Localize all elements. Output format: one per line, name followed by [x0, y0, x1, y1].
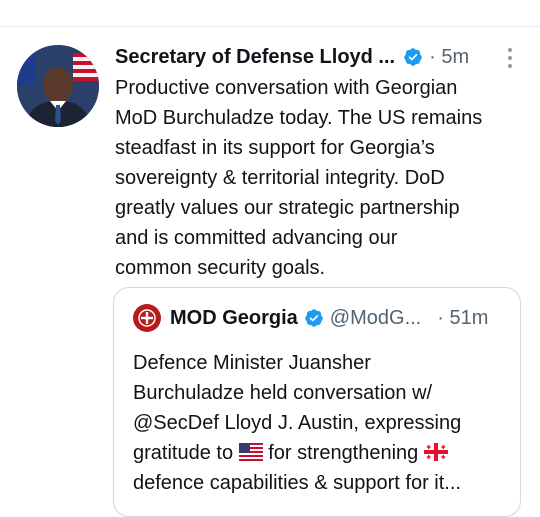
quoted-author-handle[interactable]: @ModG...: [330, 307, 421, 330]
tweet-timestamp[interactable]: · 5m: [429, 46, 469, 69]
tweet-body: Productive conversation with Georgian Mo…: [115, 73, 530, 283]
quoted-text-line: @SecDef Lloyd J. Austin, expressing: [133, 412, 462, 434]
quoted-text-segment: gratitude to: [133, 442, 234, 464]
tweet-text-line: MoD Burchuladze today. The US remains: [115, 107, 483, 129]
tweet-author-row: Secretary of Defense Lloyd ... · 5m: [115, 44, 469, 70]
author-avatar[interactable]: [17, 45, 99, 127]
tweet-text-line: and is committed advancing our: [115, 227, 398, 249]
us-flag-emoji: [238, 443, 263, 461]
tweet-divider: [0, 26, 540, 27]
quoted-tweet-timestamp[interactable]: · 51m: [437, 307, 488, 330]
tweet-text-line: greatly values our strategic partnership: [115, 197, 460, 219]
verified-badge-icon: [404, 48, 422, 66]
more-options-icon[interactable]: [504, 46, 516, 70]
quoted-text-line: defence capabilities & support for it...: [133, 472, 461, 494]
quoted-text-line: Defence Minister Juansher: [133, 352, 371, 374]
tweet-text-line: Productive conversation with Georgian: [115, 77, 458, 99]
quoted-tweet-card[interactable]: MOD Georgia @ModG... · 51m Defence Minis…: [113, 287, 521, 517]
tweet-text-line: steadfast in its support for Georgia’s: [115, 137, 435, 159]
tweet-text-line: common security goals.: [115, 257, 326, 279]
verified-badge-icon: [305, 309, 323, 327]
georgia-flag-emoji: [423, 443, 448, 461]
quoted-text-line: gratitude to for strengthening: [133, 438, 515, 468]
quoted-tweet-body: Defence Minister Juansher Burchuladze he…: [133, 348, 515, 498]
tweet-text-line: sovereignty & territorial integrity. DoD: [115, 167, 445, 189]
quoted-tweet-header: MOD Georgia @ModG... · 51m: [133, 304, 488, 332]
quoted-text-line: Burchuladze held conversation w/: [133, 382, 433, 404]
author-name[interactable]: Secretary of Defense Lloyd ...: [115, 46, 395, 69]
quoted-author-avatar[interactable]: [133, 304, 161, 332]
mod-georgia-emblem-icon: [138, 309, 156, 327]
quoted-text-segment: for strengthening: [268, 442, 419, 464]
quoted-author-name[interactable]: MOD Georgia: [170, 307, 298, 330]
previous-tweet-remnant: [0, 0, 540, 26]
